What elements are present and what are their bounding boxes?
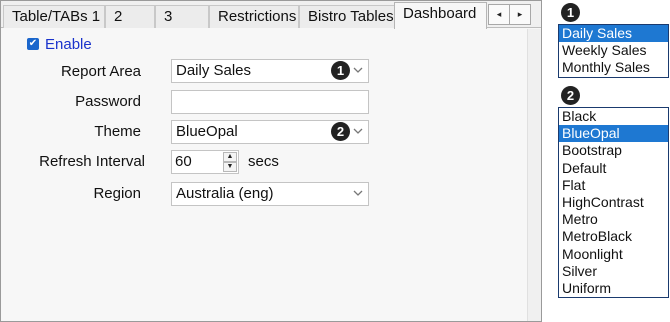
list-item[interactable]: Default xyxy=(559,160,668,177)
enable-label: Enable xyxy=(45,35,92,53)
settings-panel: Table/TABs 1 2 3 Restrictions Bistro Tab… xyxy=(0,0,542,322)
list-item[interactable]: Metro xyxy=(559,211,668,228)
list-item[interactable]: Moonlight xyxy=(559,246,668,263)
list-item[interactable]: MetroBlack xyxy=(559,228,668,245)
refresh-interval-input[interactable]: 60 ▲ ▼ xyxy=(171,150,239,174)
list-item[interactable]: Monthly Sales xyxy=(559,59,668,76)
region-label: Region xyxy=(93,185,141,202)
chevron-down-icon xyxy=(353,128,363,134)
callout-1-badge: 1 xyxy=(331,61,350,80)
password-field[interactable] xyxy=(171,90,369,114)
region-select[interactable]: Australia (eng) xyxy=(171,182,369,206)
list-item[interactable]: Uniform xyxy=(559,280,668,297)
tab-scroll-buttons: ◂ ▸ xyxy=(488,4,531,25)
report-area-value: Daily Sales xyxy=(176,62,252,79)
callout-2-legend-badge: 2 xyxy=(561,86,580,105)
list-item[interactable]: Bootstrap xyxy=(559,142,668,159)
spin-down-icon[interactable]: ▼ xyxy=(223,162,237,172)
tab-bistro-tables[interactable]: Bistro Tables xyxy=(299,5,395,28)
tab-restrictions[interactable]: Restrictions xyxy=(209,5,299,28)
list-item[interactable]: HighContrast xyxy=(559,194,668,211)
report-area-options-list: Daily Sales Weekly Sales Monthly Sales xyxy=(558,24,669,78)
list-item[interactable]: Weekly Sales xyxy=(559,42,668,59)
refresh-interval-spinner: ▲ ▼ xyxy=(223,152,237,172)
chevron-down-icon xyxy=(353,190,363,196)
list-item[interactable]: Daily Sales xyxy=(559,25,668,43)
tab-table-tabs-1[interactable]: Table/TABs 1 xyxy=(3,5,105,28)
region-value: Australia (eng) xyxy=(176,185,274,202)
callout-1-legend-badge: 1 xyxy=(561,3,580,22)
list-item[interactable]: Flat xyxy=(559,177,668,194)
theme-label: Theme xyxy=(94,123,141,140)
callout-2-badge: 2 xyxy=(331,122,350,141)
report-area-select[interactable]: Daily Sales 1 xyxy=(171,59,369,83)
theme-select[interactable]: BlueOpal 2 xyxy=(171,120,369,144)
vertical-scrollbar[interactable] xyxy=(527,29,541,321)
theme-options-list: Black BlueOpal Bootstrap Default Flat Hi… xyxy=(558,107,669,299)
enable-checkbox[interactable]: ✔ xyxy=(27,38,39,50)
refresh-interval-value: 60 xyxy=(175,153,192,170)
password-label: Password xyxy=(75,93,141,110)
chevron-down-icon xyxy=(353,67,363,73)
tab-3[interactable]: 3 xyxy=(155,5,209,28)
list-item[interactable]: Black xyxy=(559,108,668,125)
refresh-interval-label: Refresh Interval xyxy=(39,153,145,170)
list-item[interactable]: BlueOpal xyxy=(559,125,668,143)
theme-value: BlueOpal xyxy=(176,123,238,140)
tab-scroll-right-icon[interactable]: ▸ xyxy=(509,5,530,24)
enable-checkbox-row[interactable]: ✔ Enable xyxy=(27,35,92,53)
tab-2[interactable]: 2 xyxy=(105,5,155,28)
tab-scroll-left-icon[interactable]: ◂ xyxy=(489,5,509,24)
list-item[interactable]: Silver xyxy=(559,263,668,280)
tab-bar: Table/TABs 1 2 3 Restrictions Bistro Tab… xyxy=(1,1,541,29)
spin-up-icon[interactable]: ▲ xyxy=(223,152,237,162)
refresh-interval-unit: secs xyxy=(248,153,279,170)
report-area-label: Report Area xyxy=(60,63,141,80)
tab-dashboard[interactable]: Dashboard xyxy=(394,2,487,29)
